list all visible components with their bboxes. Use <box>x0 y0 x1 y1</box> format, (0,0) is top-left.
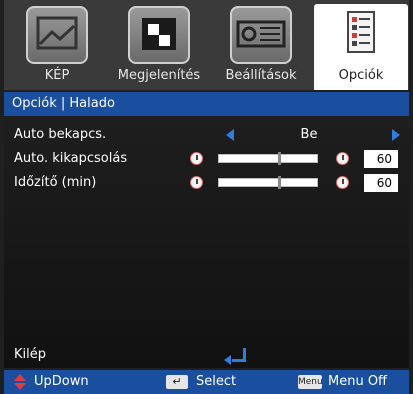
row-label: Auto bekapcs. <box>14 127 107 142</box>
slider-thumb[interactable] <box>277 152 281 165</box>
options-advanced-panel: Auto bekapcs. Be Auto. kikapcsolás 60 Id… <box>4 118 409 368</box>
enter-arrow-icon[interactable] <box>224 348 246 365</box>
tab-label: KÉP <box>44 68 70 83</box>
osd-menu: KÉP Megjelenítés Beállítások Opciók Opci… <box>4 0 409 394</box>
row-label: Időzítő (min) <box>14 175 97 190</box>
projector-icon <box>230 6 292 64</box>
clock-increase-icon[interactable] <box>336 152 349 165</box>
menu-key-icon: Menu <box>298 375 323 389</box>
auto-power-on-value: Be <box>300 127 318 142</box>
clock-increase-icon[interactable] <box>336 176 349 189</box>
display-icon <box>128 6 190 64</box>
clock-decrease-icon[interactable] <box>190 176 203 189</box>
tab-label: Opciók <box>338 68 384 83</box>
updown-icon <box>12 374 28 390</box>
menu-off-label: Menu Off <box>328 374 388 389</box>
tab-display[interactable]: Megjelenítés <box>112 6 206 86</box>
auto-power-off-slider[interactable] <box>218 152 318 165</box>
updown-label: UpDown <box>34 374 89 389</box>
sleep-timer-value: 60 <box>364 174 398 192</box>
options-list-icon <box>330 4 392 62</box>
left-arrow-icon[interactable] <box>226 129 234 141</box>
right-arrow-icon[interactable] <box>392 129 400 141</box>
picture-icon <box>26 6 88 64</box>
tab-label: Megjelenítés <box>117 68 201 83</box>
exit-row[interactable]: Kilép <box>4 344 409 366</box>
help-bar: UpDown ↵ Select Menu Menu Off <box>4 370 409 394</box>
tab-label: Beállítások <box>225 68 297 83</box>
breadcrumb: Opciók | Halado <box>4 92 409 116</box>
auto-power-off-row[interactable]: Auto. kikapcsolás 60 <box>4 148 409 170</box>
sleep-timer-slider[interactable] <box>218 176 318 189</box>
auto-power-off-value: 60 <box>364 150 398 168</box>
enter-key-icon: ↵ <box>166 375 188 389</box>
row-label: Auto. kikapcsolás <box>14 151 128 166</box>
select-label: Select <box>196 374 237 389</box>
slider-thumb[interactable] <box>277 176 281 189</box>
tab-settings[interactable]: Beállítások <box>214 6 308 86</box>
tab-strip: KÉP Megjelenítés Beállítások Opciók <box>4 0 409 90</box>
tab-options[interactable]: Opciók <box>314 4 408 90</box>
auto-power-on-row[interactable]: Auto bekapcs. Be <box>4 124 409 146</box>
tab-picture[interactable]: KÉP <box>10 6 104 86</box>
clock-decrease-icon[interactable] <box>190 152 203 165</box>
sleep-timer-row[interactable]: Időzítő (min) 60 <box>4 172 409 194</box>
exit-label: Kilép <box>14 347 46 362</box>
